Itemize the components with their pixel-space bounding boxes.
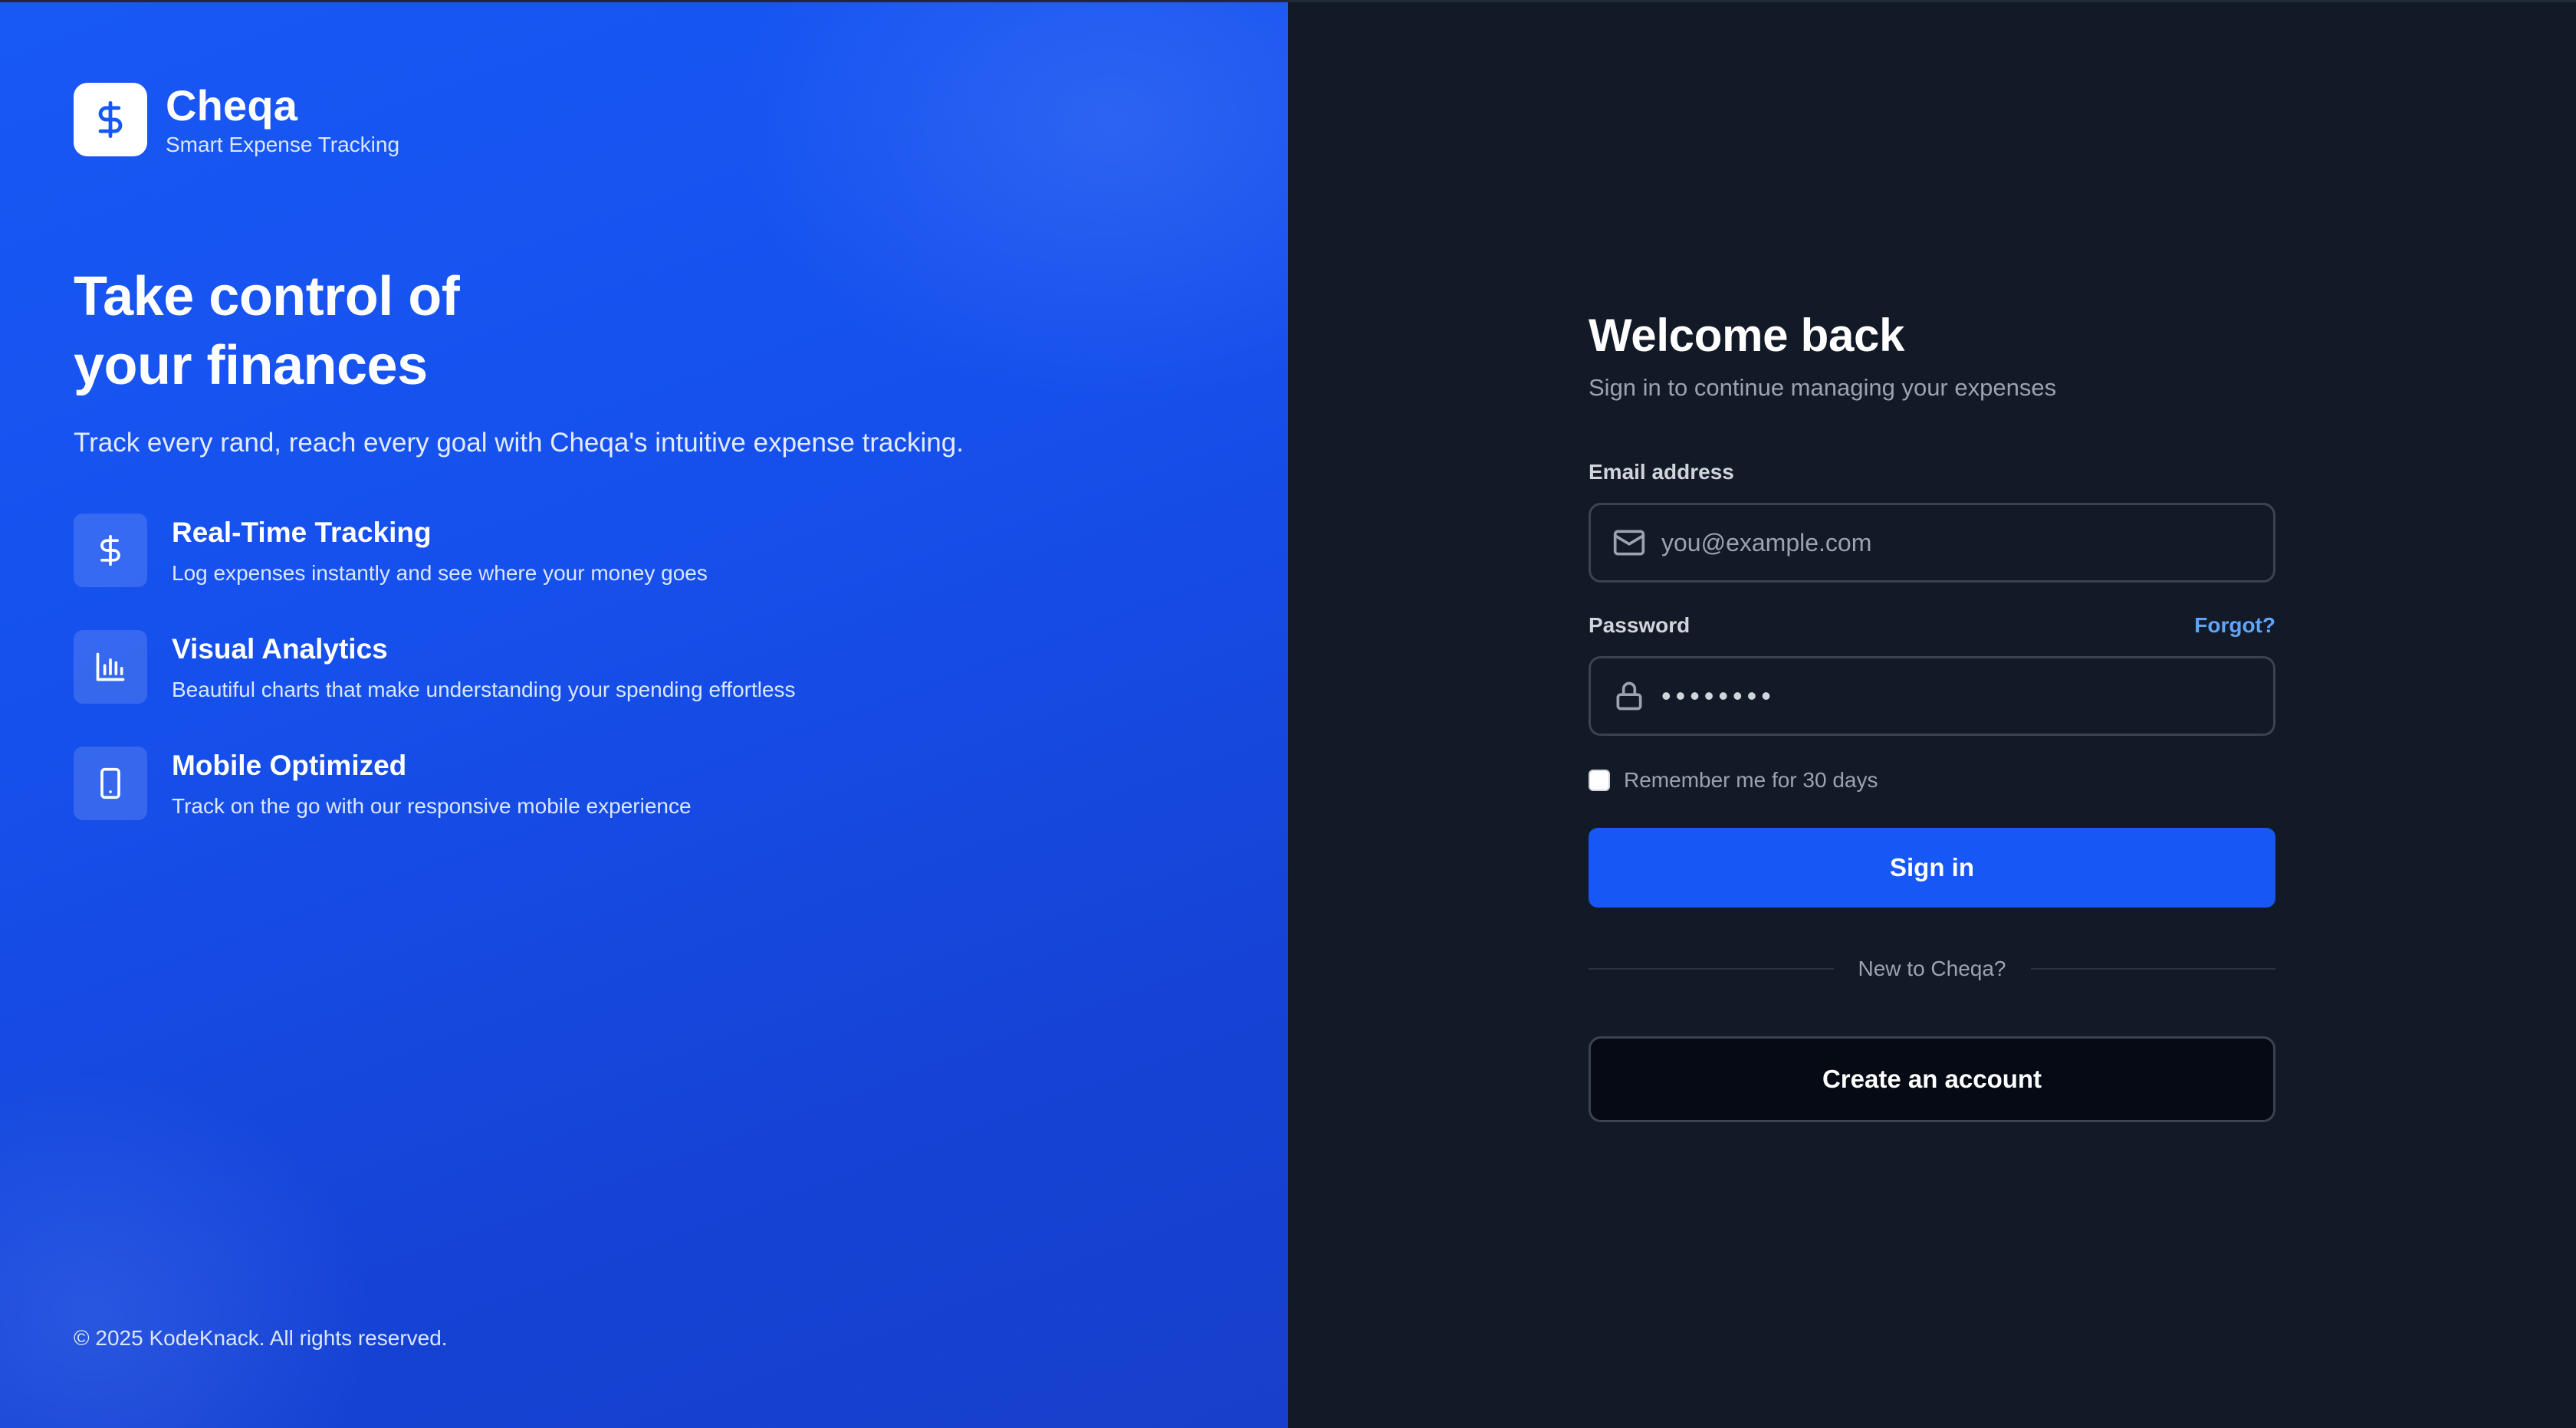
- mail-icon: [1613, 530, 1645, 556]
- brand-tagline: Smart Expense Tracking: [166, 133, 400, 156]
- feature-list: Real-Time Tracking Log expenses instantl…: [74, 514, 796, 863]
- hero-title-line-1: Take control of: [74, 266, 460, 327]
- email-input[interactable]: [1661, 520, 2259, 566]
- password-label: Password: [1589, 613, 1691, 637]
- feature-title: Mobile Optimized: [172, 750, 407, 781]
- brand-logo: [74, 83, 147, 156]
- password-input[interactable]: [1661, 673, 2259, 719]
- remember-me-label[interactable]: Remember me for 30 days: [1624, 767, 1878, 794]
- feature-item: Mobile Optimized Track on the go with ou…: [74, 747, 796, 863]
- feature-item: Real-Time Tracking Log expenses instantl…: [74, 514, 796, 630]
- feature-item: Visual Analytics Beautiful charts that m…: [74, 630, 796, 747]
- copyright-text: © 2025 KodeKnack. All rights reserved.: [74, 1326, 448, 1350]
- feature-description: Log expenses instantly and see where you…: [172, 561, 708, 585]
- hero-title-line-2: your finances: [74, 335, 428, 396]
- email-label: Email address: [1589, 460, 1734, 484]
- divider-text: New to Cheqa?: [1858, 957, 2006, 980]
- hero-subtitle: Track every rand, reach every goal with …: [74, 428, 964, 458]
- feature-icon-box: [74, 747, 147, 820]
- feature-icon-box: [74, 630, 147, 704]
- dollar-icon: [100, 534, 120, 566]
- remember-me-checkbox[interactable]: [1589, 770, 1610, 791]
- login-form: Welcome back Sign in to continue managin…: [1589, 304, 2276, 1122]
- create-account-button[interactable]: Create an account: [1589, 1036, 2275, 1122]
- sign-in-button[interactable]: Sign in: [1589, 828, 2275, 908]
- brand-name: Cheqa: [166, 81, 298, 130]
- brand: Cheqa Smart Expense Tracking: [74, 81, 399, 158]
- login-panel: Welcome back Sign in to continue managin…: [1288, 0, 2576, 1428]
- hero-title: Take control of your finances: [74, 262, 764, 400]
- feature-description: Track on the go with our responsive mobi…: [172, 794, 692, 818]
- divider: New to Cheqa?: [1589, 955, 2276, 983]
- password-label-row: Password Forgot?: [1589, 612, 2275, 639]
- marketing-panel: Cheqa Smart Expense Tracking Take contro…: [0, 0, 1288, 1428]
- divider-line: [2030, 968, 2276, 970]
- feature-description: Beautiful charts that make understanding…: [172, 678, 796, 701]
- smartphone-icon: [100, 767, 120, 799]
- password-field-container[interactable]: [1589, 656, 2275, 736]
- login-subtitle: Sign in to continue managing your expens…: [1589, 374, 2057, 401]
- dollar-icon: [98, 100, 123, 139]
- feature-icon-box: [74, 514, 147, 587]
- feature-title: Visual Analytics: [172, 633, 388, 665]
- email-field-container[interactable]: [1589, 503, 2275, 583]
- divider-line: [1589, 968, 1834, 970]
- login-title: Welcome back: [1589, 310, 1905, 361]
- bar-chart-icon: [96, 652, 125, 681]
- forgot-password-link[interactable]: Forgot?: [2194, 612, 2275, 639]
- window-top-border: [0, 0, 2576, 2]
- remember-me-row[interactable]: Remember me for 30 days: [1589, 767, 1878, 794]
- feature-title: Real-Time Tracking: [172, 517, 432, 548]
- lock-icon: [1616, 681, 1642, 711]
